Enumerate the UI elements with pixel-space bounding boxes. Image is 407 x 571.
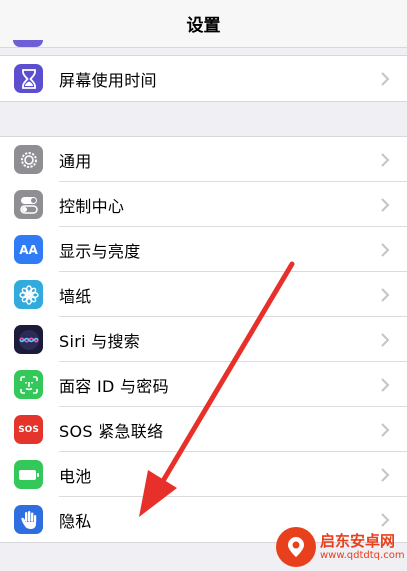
settings-row-label: 隐私 xyxy=(59,511,92,531)
sos-icon: SOS xyxy=(14,415,43,444)
chevron-right-icon xyxy=(381,152,390,167)
settings-row-display[interactable]: AA 显示与亮度 xyxy=(0,227,407,272)
hourglass-icon xyxy=(14,64,43,93)
watermark: 启东安卓网 www.qdtdtq.com xyxy=(276,524,406,570)
settings-row-sos[interactable]: SOS SOS 紧急联络 xyxy=(0,407,407,452)
gear-icon xyxy=(14,145,43,174)
settings-row-general[interactable]: 通用 xyxy=(0,137,407,182)
settings-row-label: 显示与亮度 xyxy=(59,241,141,261)
nav-bar: 设置 xyxy=(0,0,407,48)
settings-row-label: 屏幕使用时间 xyxy=(59,70,157,90)
settings-row-label: 墙纸 xyxy=(59,286,92,306)
chevron-right-icon xyxy=(381,467,390,482)
settings-row-label: Siri 与搜索 xyxy=(59,331,141,351)
settings-group-general: 通用 控制中心 AA 显示与亮度 墙纸 Siri 与搜索 面容 ID 与密码 S… xyxy=(0,136,407,543)
watermark-url: www.qdtdtq.com xyxy=(320,549,405,561)
text-size-icon: AA xyxy=(14,235,43,264)
toggles-icon xyxy=(14,190,43,219)
hand-icon xyxy=(14,505,43,534)
page-title: 设置 xyxy=(186,16,221,36)
settings-row-label: 电池 xyxy=(59,466,92,486)
settings-row-wallpaper[interactable]: 墙纸 xyxy=(0,272,407,317)
text-size-icon-glyph: AA xyxy=(19,242,38,257)
settings-row-label: SOS 紧急联络 xyxy=(59,421,164,441)
partial-row-icon xyxy=(13,40,43,47)
chevron-right-icon xyxy=(381,242,390,257)
watermark-title: 启东安卓网 xyxy=(320,532,396,551)
settings-group-screen-time: 屏幕使用时间 xyxy=(0,55,407,102)
chevron-right-icon xyxy=(381,287,390,302)
siri-icon xyxy=(14,325,43,354)
face-id-icon xyxy=(14,370,43,399)
settings-row-label: 控制中心 xyxy=(59,196,125,216)
settings-row-label: 通用 xyxy=(59,151,92,171)
watermark-logo xyxy=(276,527,316,567)
settings-row-label: 面容 ID 与密码 xyxy=(59,376,169,396)
chevron-right-icon xyxy=(381,422,390,437)
sos-icon-glyph: SOS xyxy=(18,424,39,435)
settings-row-control-center[interactable]: 控制中心 xyxy=(0,182,407,227)
chevron-right-icon xyxy=(381,71,390,86)
chevron-right-icon xyxy=(381,332,390,347)
settings-row-screen-time[interactable]: 屏幕使用时间 xyxy=(0,56,407,101)
battery-icon xyxy=(14,460,43,489)
flower-icon xyxy=(14,280,43,309)
chevron-right-icon xyxy=(381,377,390,392)
chevron-right-icon xyxy=(381,197,390,212)
settings-row-battery[interactable]: 电池 xyxy=(0,452,407,497)
settings-row-face-id[interactable]: 面容 ID 与密码 xyxy=(0,362,407,407)
settings-row-siri[interactable]: Siri 与搜索 xyxy=(0,317,407,362)
